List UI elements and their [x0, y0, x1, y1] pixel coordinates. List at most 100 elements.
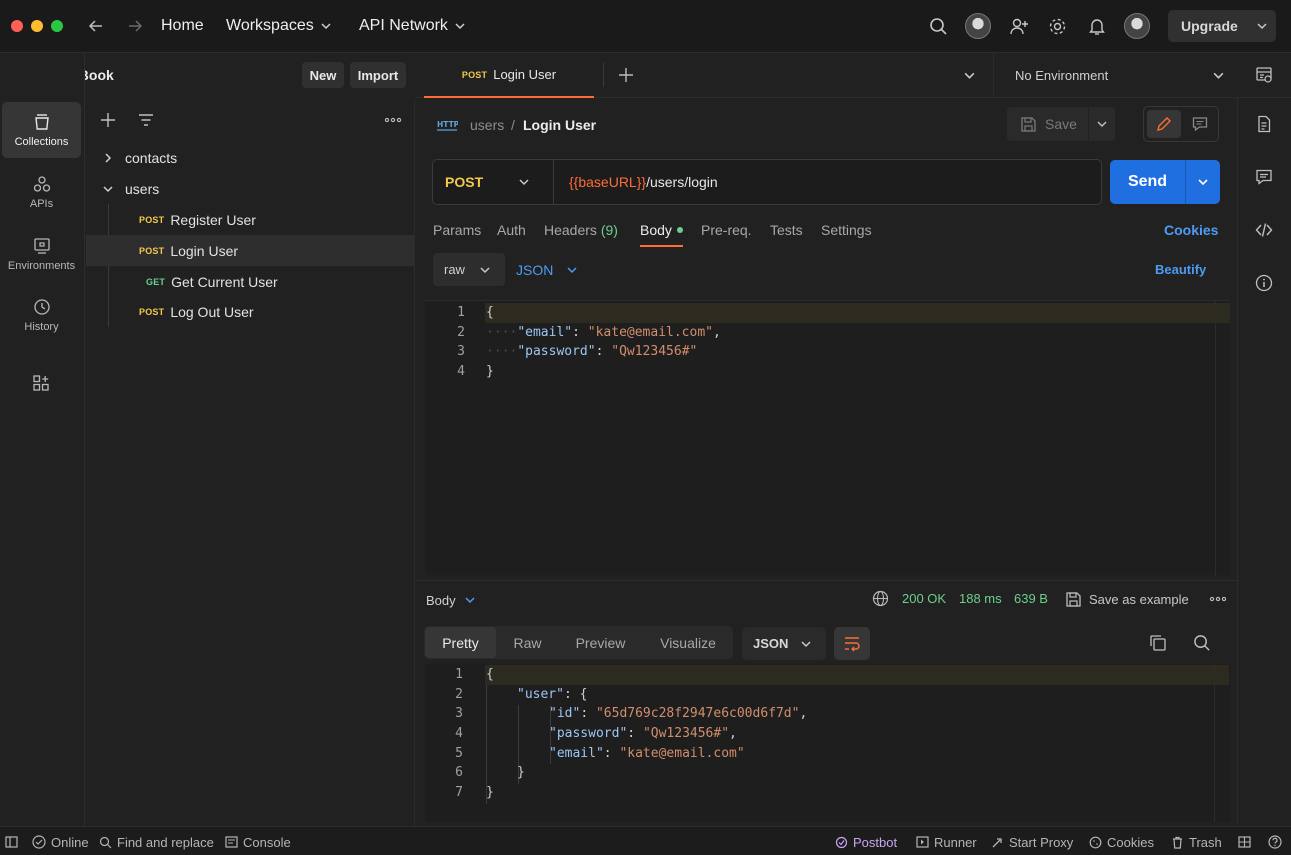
comments-icon[interactable]: [1255, 168, 1273, 186]
tab-auth[interactable]: Auth: [497, 221, 526, 239]
body-mode-dropdown[interactable]: raw: [433, 253, 505, 286]
collaborator-avatar[interactable]: [965, 13, 991, 39]
edit-pencil-button[interactable]: [1147, 110, 1181, 138]
response-divider[interactable]: [415, 580, 1237, 581]
tab-tests[interactable]: Tests: [770, 221, 803, 239]
postbot-button[interactable]: Postbot: [835, 834, 897, 850]
tab-headers[interactable]: Headers (9): [544, 221, 618, 239]
new-tab-icon[interactable]: [617, 66, 635, 84]
beautify-button[interactable]: Beautify: [1155, 262, 1206, 277]
info-icon[interactable]: [1255, 274, 1273, 292]
tab-settings[interactable]: Settings: [821, 221, 872, 239]
nav-home[interactable]: Home: [161, 16, 204, 36]
cookies-link[interactable]: Cookies: [1164, 221, 1218, 239]
back-arrow-icon[interactable]: [87, 17, 105, 35]
editor-scrollbar-track[interactable]: [1215, 301, 1216, 576]
send-options-button[interactable]: [1186, 160, 1220, 204]
url-input[interactable]: {{baseURL}}/users/login: [555, 160, 1101, 204]
tree-folder-users[interactable]: users: [86, 173, 414, 204]
invite-user-icon[interactable]: [1009, 17, 1029, 36]
viewer-scrollbar-track[interactable]: [1214, 664, 1215, 822]
save-button[interactable]: Save: [1007, 107, 1088, 141]
trash-button[interactable]: Trash: [1171, 834, 1222, 850]
add-collection-icon[interactable]: [99, 111, 117, 129]
save-as-example-button[interactable]: Save as example: [1065, 589, 1189, 609]
copy-icon[interactable]: [1149, 634, 1167, 652]
zoom-window-button[interactable]: [51, 20, 63, 32]
rail-label: History: [24, 320, 59, 333]
gear-icon[interactable]: [1048, 17, 1067, 36]
filter-icon[interactable]: [137, 111, 155, 129]
view-tab-pretty[interactable]: Pretty: [425, 627, 496, 658]
cookies-button[interactable]: Cookies: [1089, 834, 1154, 850]
breadcrumb-current[interactable]: Login User: [523, 116, 596, 134]
code-token: }: [486, 785, 494, 800]
import-button[interactable]: Import: [350, 62, 406, 88]
upgrade-button[interactable]: Upgrade: [1168, 10, 1276, 42]
more-options-icon[interactable]: [384, 111, 402, 129]
tree-request-register-user[interactable]: POST Register User: [86, 204, 414, 235]
environment-selector[interactable]: No Environment: [1002, 58, 1234, 92]
send-button[interactable]: Send: [1110, 160, 1185, 204]
request-body-editor[interactable]: 1 2 3 4 { ····"email": "kate@email.com",…: [425, 300, 1230, 576]
view-tab-raw[interactable]: Raw: [500, 627, 555, 658]
view-tab-visualize[interactable]: Visualize: [647, 627, 729, 658]
code-line: {: [486, 303, 494, 323]
rail-item-apis[interactable]: APIs: [2, 164, 81, 220]
new-button[interactable]: New: [302, 62, 344, 88]
comment-icon: [1192, 117, 1208, 132]
tab-params[interactable]: Params: [433, 221, 481, 239]
help-icon[interactable]: [1268, 834, 1282, 850]
layout-icon[interactable]: [1238, 834, 1251, 850]
environment-quick-look-icon[interactable]: [1255, 66, 1273, 84]
find-and-replace-button[interactable]: Find and replace: [99, 834, 214, 850]
response-format-dropdown[interactable]: JSON: [742, 627, 826, 660]
wrap-lines-button[interactable]: [834, 627, 870, 660]
nav-workspaces[interactable]: Workspaces: [226, 16, 332, 36]
forward-arrow-icon[interactable]: [126, 17, 144, 35]
response-status[interactable]: 200 OK: [902, 591, 946, 606]
search-icon[interactable]: [1193, 634, 1211, 652]
console-button[interactable]: Console: [225, 834, 291, 850]
search-icon[interactable]: [929, 17, 948, 36]
tab-body[interactable]: Body: [640, 221, 683, 239]
bell-icon[interactable]: [1088, 17, 1106, 36]
comment-mode-button[interactable]: [1183, 110, 1217, 138]
start-proxy-button[interactable]: Start Proxy: [991, 834, 1073, 850]
sidebar-search-input[interactable]: [166, 108, 376, 132]
response-section-dropdown[interactable]: Body: [426, 591, 476, 609]
response-body-viewer[interactable]: 1 2 3 4 5 6 7 { "user": { "id": "65d769c…: [425, 664, 1230, 822]
more-options-icon[interactable]: [1209, 590, 1227, 608]
tab-prerequest[interactable]: Pre-req.: [701, 221, 752, 239]
rail-item-history[interactable]: History: [2, 287, 81, 343]
runner-button[interactable]: Runner: [916, 834, 977, 850]
rail-item-environments[interactable]: Environments: [2, 226, 81, 282]
save-options-button[interactable]: [1089, 107, 1115, 141]
tree-request-log-out-user[interactable]: POST Log Out User: [86, 296, 414, 327]
response-label: Body: [426, 592, 456, 608]
response-size[interactable]: 639 B: [1014, 591, 1048, 606]
body-language-dropdown[interactable]: JSON: [516, 261, 586, 279]
tree-request-login-user[interactable]: POST Login User: [86, 235, 414, 266]
close-window-button[interactable]: [11, 20, 23, 32]
tabs-dropdown-chevron-icon[interactable]: [963, 69, 976, 82]
breadcrumb-parent[interactable]: users: [470, 116, 504, 134]
user-avatar[interactable]: [1124, 13, 1150, 39]
breadcrumb-separator: /: [511, 117, 515, 133]
toggle-sidebar-icon[interactable]: [5, 834, 18, 850]
minimize-window-button[interactable]: [31, 20, 43, 32]
code-token: ,: [729, 726, 737, 741]
response-time[interactable]: 188 ms: [959, 591, 1002, 606]
online-status[interactable]: Online: [32, 834, 89, 850]
tree-folder-contacts[interactable]: contacts: [86, 142, 414, 173]
tree-request-get-current-user[interactable]: GET Get Current User: [86, 266, 414, 297]
add-rail-items-icon[interactable]: [32, 374, 50, 392]
globe-icon[interactable]: [872, 590, 889, 607]
documentation-icon[interactable]: [1255, 115, 1273, 133]
code-snippet-icon[interactable]: [1255, 221, 1273, 239]
view-tab-preview[interactable]: Preview: [563, 627, 638, 658]
nav-api-network[interactable]: API Network: [359, 16, 466, 36]
method-selector[interactable]: POST: [433, 160, 554, 204]
tab-login-user[interactable]: POST Login User: [424, 53, 594, 98]
rail-item-collections[interactable]: Collections: [2, 102, 81, 158]
